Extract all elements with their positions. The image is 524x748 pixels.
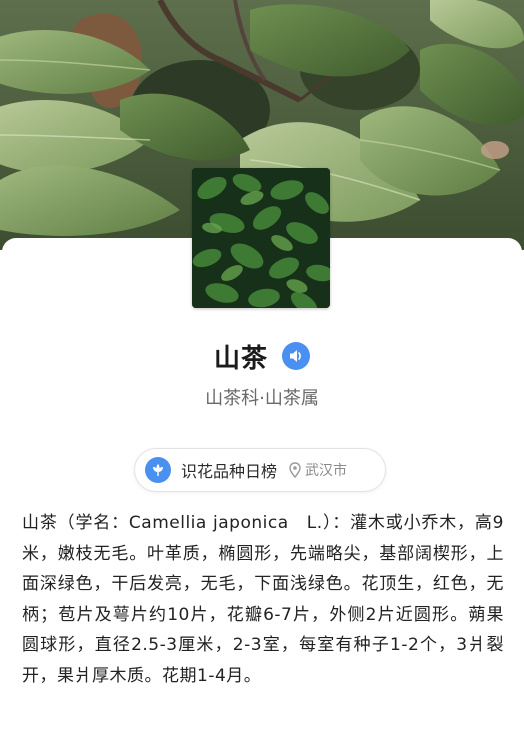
- title-row: 山茶: [0, 336, 524, 376]
- plant-name: 山茶: [213, 343, 268, 374]
- daily-ranking-button[interactable]: 识花品种日榜 武汉市: [134, 448, 386, 492]
- flower-badge-icon: [145, 457, 171, 483]
- plant-thumbnail[interactable]: [192, 168, 330, 308]
- location-pin-icon: [289, 462, 301, 478]
- plant-detail-screen: 山茶 山茶科·山茶属 识花品种日榜 武汉市 山茶（学名：Camellia jap…: [0, 0, 524, 748]
- pronunciation-button[interactable]: [282, 342, 310, 370]
- plant-thumbnail-image: [192, 168, 330, 308]
- speaker-icon: [290, 350, 301, 362]
- ranking-label: 识花品种日榜: [181, 462, 278, 481]
- plant-description: 山茶（学名：Camellia japonica L.）：灌木或小乔木，高9米，嫩…: [22, 513, 504, 686]
- location-text: 武汉市: [305, 463, 348, 479]
- family-genus: 山茶科·山茶属: [205, 388, 319, 409]
